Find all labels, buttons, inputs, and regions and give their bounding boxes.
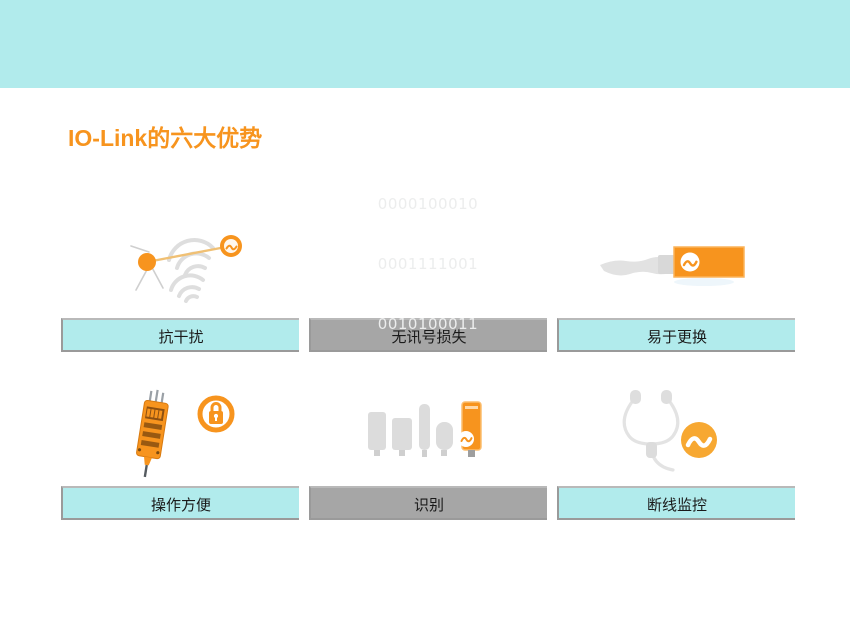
page-title: IO-Link的六大优势 xyxy=(68,125,263,151)
cable-monitoring-icon xyxy=(611,388,741,476)
advantage-icon-6 xyxy=(552,378,800,486)
advantage-label-1[interactable]: 抗干扰 xyxy=(61,318,299,352)
advantage-cell-6[interactable]: 断线监控 xyxy=(552,378,800,520)
advantages-row-2: 操作方便 识别 断线监控 xyxy=(56,378,800,520)
binary-line-2: 0001111001 xyxy=(377,255,479,273)
advantage-label-6[interactable]: 断线监控 xyxy=(557,486,795,520)
binary-data-icon: 0000100010 0001111001 0010100011 xyxy=(378,154,478,374)
handheld-device-lock-icon xyxy=(115,386,245,478)
advantage-label-5[interactable]: 识别 xyxy=(309,486,547,520)
advantage-icon-4 xyxy=(56,378,304,486)
signal-interference-icon xyxy=(105,224,255,304)
advantage-icon-1 xyxy=(56,210,304,318)
header-band xyxy=(0,0,850,88)
advantage-cell-1[interactable]: 抗干扰 xyxy=(56,210,304,352)
binary-line-1: 0000100010 xyxy=(377,195,479,213)
plug-connector-icon xyxy=(596,236,756,292)
advantages-row-1: 抗干扰 0000100010 0001111001 0010100011 无讯号… xyxy=(56,195,800,352)
advantage-icon-2: 0000100010 0001111001 0010100011 xyxy=(304,195,552,333)
advantage-cell-5[interactable]: 识别 xyxy=(304,378,552,520)
advantage-icon-3 xyxy=(552,210,800,318)
slide-canvas: IO-Link的六大优势 抗干扰 0000100010 0001111001 0… xyxy=(0,0,850,620)
binary-line-3: 0010100011 xyxy=(377,315,479,333)
advantage-cell-2[interactable]: 0000100010 0001111001 0010100011 无讯号损失 xyxy=(304,195,552,352)
advantage-cell-4[interactable]: 操作方便 xyxy=(56,378,304,520)
advantages-grid: 抗干扰 0000100010 0001111001 0010100011 无讯号… xyxy=(56,195,800,520)
advantage-label-4[interactable]: 操作方便 xyxy=(61,486,299,520)
advantage-cell-3[interactable]: 易于更换 xyxy=(552,210,800,352)
advantage-label-3[interactable]: 易于更换 xyxy=(557,318,795,352)
sensor-family-icon xyxy=(368,396,488,468)
advantage-icon-5 xyxy=(304,378,552,486)
